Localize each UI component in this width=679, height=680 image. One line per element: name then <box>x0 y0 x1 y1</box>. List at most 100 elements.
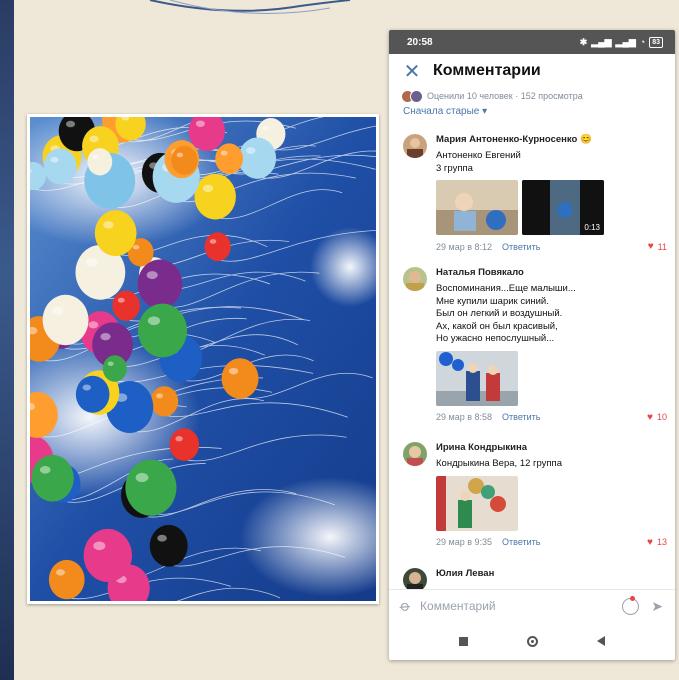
balloon-highlight <box>92 154 99 160</box>
send-icon[interactable]: ➤ <box>651 598 663 615</box>
comment-date: 29 мар в 8:12 <box>436 241 493 252</box>
reply-button[interactable]: Ответить <box>502 537 540 547</box>
balloon <box>137 259 183 309</box>
comment-author[interactable]: Наталья Повякало <box>436 267 667 278</box>
balloon-highlight <box>82 384 91 391</box>
balloon <box>221 358 259 399</box>
close-icon[interactable]: ✕ <box>401 59 423 84</box>
heart-icon: ♥ <box>647 241 654 252</box>
wifi-icon: ◔ <box>639 37 646 47</box>
balloon <box>194 173 236 220</box>
balloon <box>204 232 231 262</box>
balloons-image <box>30 117 376 601</box>
comment-text: Антоненко Евгений 3 группа <box>436 150 521 174</box>
rated-text: Оценили 10 человек · 152 просмотра <box>427 91 583 101</box>
like-button[interactable]: ♥ 13 <box>647 537 667 548</box>
like-count: 13 <box>656 537 667 547</box>
status-bar: 20:58 ✱ ▂▄▆ ▂▄▆ ◔ 83 <box>389 30 675 54</box>
video-duration: 0:13 <box>584 223 600 232</box>
like-count: 11 <box>657 241 667 252</box>
phone-screenshot: 20:58 ✱ ▂▄▆ ▂▄▆ ◔ 83 ✕ Комментарии Оцени… <box>389 30 675 660</box>
like-count: 10 <box>656 412 667 422</box>
reply-button[interactable]: Ответить <box>502 242 540 252</box>
balloon <box>150 386 179 417</box>
balloon-highlight <box>262 125 270 131</box>
comment-date: 29 мар в 8:58 <box>436 412 493 422</box>
balloon-highlight <box>195 120 205 128</box>
balloon <box>138 303 187 358</box>
balloon-highlight <box>246 147 256 155</box>
comment-author[interactable]: Ирина Кондрыкина <box>436 442 667 453</box>
android-nav-bar <box>389 622 675 660</box>
comment-list: Мария Антоненко-Курносенко 😊 Антоненко Е… <box>389 134 675 589</box>
balloon-highlight <box>56 569 65 576</box>
comment-author[interactable]: Юлия Леван <box>436 568 667 579</box>
attached-video[interactable]: 0:13 <box>522 180 604 235</box>
balloon <box>215 143 243 174</box>
balloon-highlight <box>146 271 158 280</box>
comment-text: Кондрыкина Вера, 12 группа <box>436 458 562 469</box>
balloon-highlight <box>132 244 140 250</box>
balloon-highlight <box>135 472 149 483</box>
balloon-highlight <box>50 156 59 163</box>
balloon <box>94 210 137 257</box>
balloons-photo <box>27 114 379 604</box>
status-time: 20:58 <box>407 36 433 48</box>
back-icon[interactable] <box>597 636 606 646</box>
comment-text: Воспоминания...Еще малыши... Мне купили … <box>436 283 576 344</box>
signal-icon: ▂▄▆ <box>591 36 612 47</box>
balloon-highlight <box>65 120 76 128</box>
balloon-highlight <box>89 135 99 143</box>
avatar[interactable] <box>403 442 427 466</box>
balloon-highlight <box>51 306 64 315</box>
balloon-highlight <box>147 316 161 326</box>
comment-composer: ⌀ Комментарий ➤ <box>389 589 675 622</box>
attached-photo[interactable] <box>436 350 518 406</box>
home-icon[interactable] <box>526 635 538 647</box>
balloon-highlight <box>107 361 114 366</box>
balloon-highlight <box>176 152 184 158</box>
balloon-highlight <box>175 436 183 442</box>
sort-older-link[interactable]: Сначала старые ▾ <box>389 106 675 120</box>
balloon <box>31 454 74 502</box>
balloon-highlight <box>93 541 106 551</box>
attach-icon[interactable]: ⌀ <box>396 596 414 616</box>
status-icons: ✱ ▂▄▆ ▂▄▆ ◔ 83 <box>580 36 663 48</box>
slide-decoration-top <box>0 0 679 24</box>
rated-summary[interactable]: Оценили 10 человек · 152 просмотра <box>389 88 675 104</box>
reply-button[interactable]: Ответить <box>502 412 540 422</box>
balloon <box>169 428 200 461</box>
balloon-highlight <box>39 466 51 474</box>
balloon-highlight <box>202 184 214 193</box>
balloon <box>83 528 132 583</box>
avatar[interactable] <box>403 134 427 158</box>
comment-author[interactable]: Мария Антоненко-Курносенко 😊 <box>436 134 667 145</box>
like-button[interactable]: ♥ 10 <box>647 412 667 423</box>
slide-decoration-left <box>0 0 14 680</box>
comment-date: 29 мар в 9:35 <box>436 537 493 547</box>
signal-icon-2: ▂▄▆ <box>615 36 636 47</box>
balloon <box>238 137 277 179</box>
balloon <box>125 459 177 516</box>
comment-input[interactable]: Комментарий <box>420 599 496 613</box>
heart-icon: ♥ <box>647 411 653 423</box>
liker-avatars <box>401 89 423 103</box>
like-button[interactable]: ♥ 11 <box>648 241 667 252</box>
attached-photo[interactable] <box>436 475 518 531</box>
recents-icon[interactable] <box>458 636 468 646</box>
balloon <box>75 375 110 413</box>
balloon-highlight <box>88 321 99 329</box>
balloon-highlight <box>220 150 228 156</box>
balloon <box>112 290 140 321</box>
balloon <box>48 559 85 600</box>
emoji-icon[interactable] <box>622 595 640 615</box>
comments-header: ✕ Комментарии <box>389 54 675 88</box>
avatar[interactable] <box>403 568 427 589</box>
balloon-highlight <box>100 332 111 341</box>
balloon <box>149 524 188 567</box>
balloon <box>43 148 77 185</box>
attached-photo[interactable] <box>436 180 518 235</box>
balloon-highlight <box>157 534 167 542</box>
balloon-highlight <box>156 393 164 399</box>
avatar[interactable] <box>403 267 427 291</box>
